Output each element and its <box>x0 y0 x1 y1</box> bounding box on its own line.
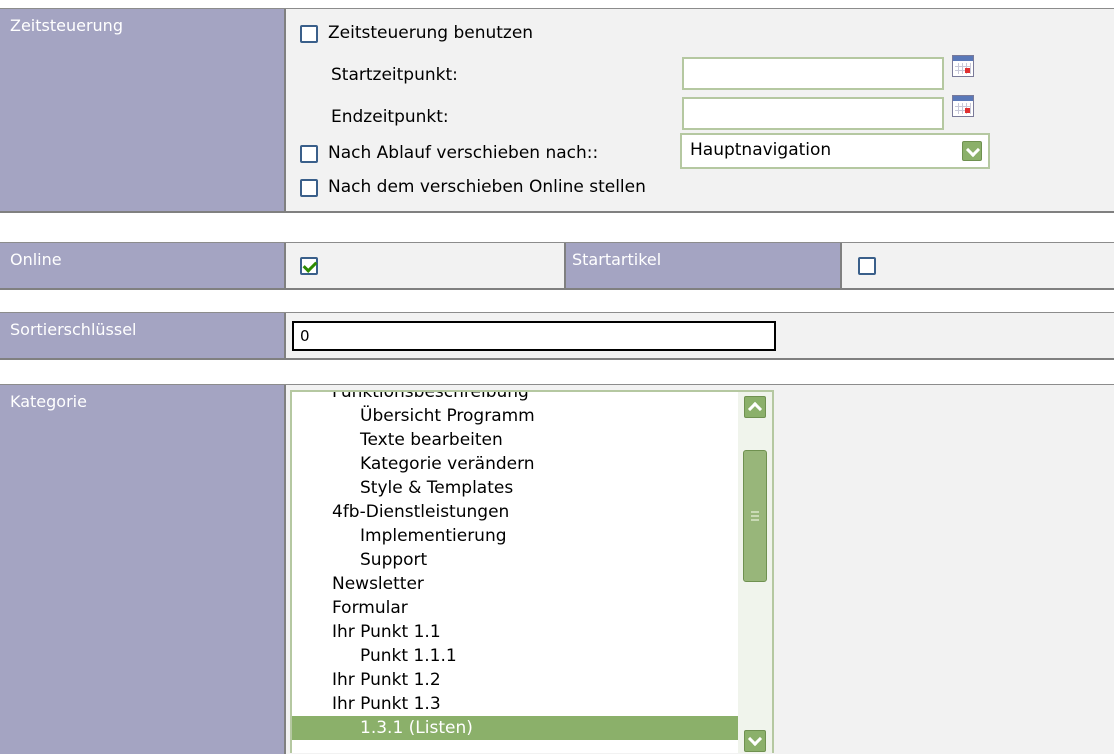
list-item[interactable]: Style & Templates <box>292 476 740 500</box>
chevron-down-icon[interactable] <box>962 141 982 161</box>
list-item[interactable]: Punkt 1.1.1 <box>292 644 740 668</box>
zeitsteuerung-label: Zeitsteuerung <box>0 9 286 211</box>
online-after-move-checkbox[interactable] <box>300 179 318 197</box>
chevron-up-icon <box>747 401 763 417</box>
kategorie-label: Kategorie <box>0 385 286 754</box>
list-item[interactable]: 1.3.1 (Listen) <box>292 716 740 740</box>
list-item[interactable]: Formular <box>292 596 740 620</box>
calendar-icon[interactable] <box>952 95 974 117</box>
list-item[interactable]: Übersicht Programm <box>292 404 740 428</box>
list-item[interactable]: Texte bearbeiten <box>292 428 740 452</box>
list-item[interactable]: Ihr Punkt 1.2 <box>292 668 740 692</box>
zeitsteuerung-row: Zeitsteuerung Zeitsteuerung benutzen Sta… <box>0 8 1114 213</box>
calendar-icon[interactable] <box>952 55 974 77</box>
start-label: Startzeitpunkt: <box>331 65 458 85</box>
zeitsteuerung-use-label: Zeitsteuerung benutzen <box>328 23 534 43</box>
sort-key-input[interactable]: 0 <box>292 321 776 351</box>
chevron-down-icon <box>747 731 763 747</box>
startartikel-checkbox[interactable] <box>858 257 876 275</box>
startartikel-label: Startartikel <box>564 243 842 288</box>
list-item[interactable]: Funktionsbeschreibung <box>292 392 740 404</box>
scroll-down-button[interactable] <box>744 730 766 752</box>
scroll-up-button[interactable] <box>744 396 766 418</box>
end-date-input[interactable] <box>682 97 944 130</box>
online-after-move-label: Nach dem verschieben Online stellen <box>328 177 646 197</box>
category-listbox[interactable]: Funktionsbeschreibung Übersicht Programm T… <box>290 390 774 753</box>
online-label: Online <box>0 243 286 288</box>
category-list: Funktionsbeschreibung Übersicht Programm T… <box>292 392 740 740</box>
start-date-input[interactable] <box>682 57 944 90</box>
list-item[interactable]: Kategorie verändern <box>292 452 740 476</box>
zeitsteuerung-checkbox[interactable] <box>300 25 318 43</box>
list-item[interactable]: Newsletter <box>292 572 740 596</box>
sort-label: Sortierschlüssel <box>0 313 286 358</box>
list-item[interactable]: Support <box>292 548 740 572</box>
list-item[interactable]: Ihr Punkt 1.1 <box>292 620 740 644</box>
scrollbar-thumb[interactable] <box>743 450 767 582</box>
move-after-expiry-label: Nach Ablauf verschieben nach:: <box>328 143 599 163</box>
list-item[interactable]: Implementierung <box>292 524 740 548</box>
list-item[interactable]: 4fb-Dienstleistungen <box>292 500 740 524</box>
online-checkbox[interactable] <box>300 257 318 275</box>
move-target-select[interactable]: Hauptnavigation <box>680 133 990 169</box>
end-label: Endzeitpunkt: <box>331 107 449 127</box>
scrollbar[interactable] <box>738 392 772 753</box>
online-row: Online Startartikel <box>0 242 1114 290</box>
move-after-expiry-checkbox[interactable] <box>300 145 318 163</box>
move-target-value: Hauptnavigation <box>690 140 832 160</box>
list-item[interactable]: Ihr Punkt 1.3 <box>292 692 740 716</box>
